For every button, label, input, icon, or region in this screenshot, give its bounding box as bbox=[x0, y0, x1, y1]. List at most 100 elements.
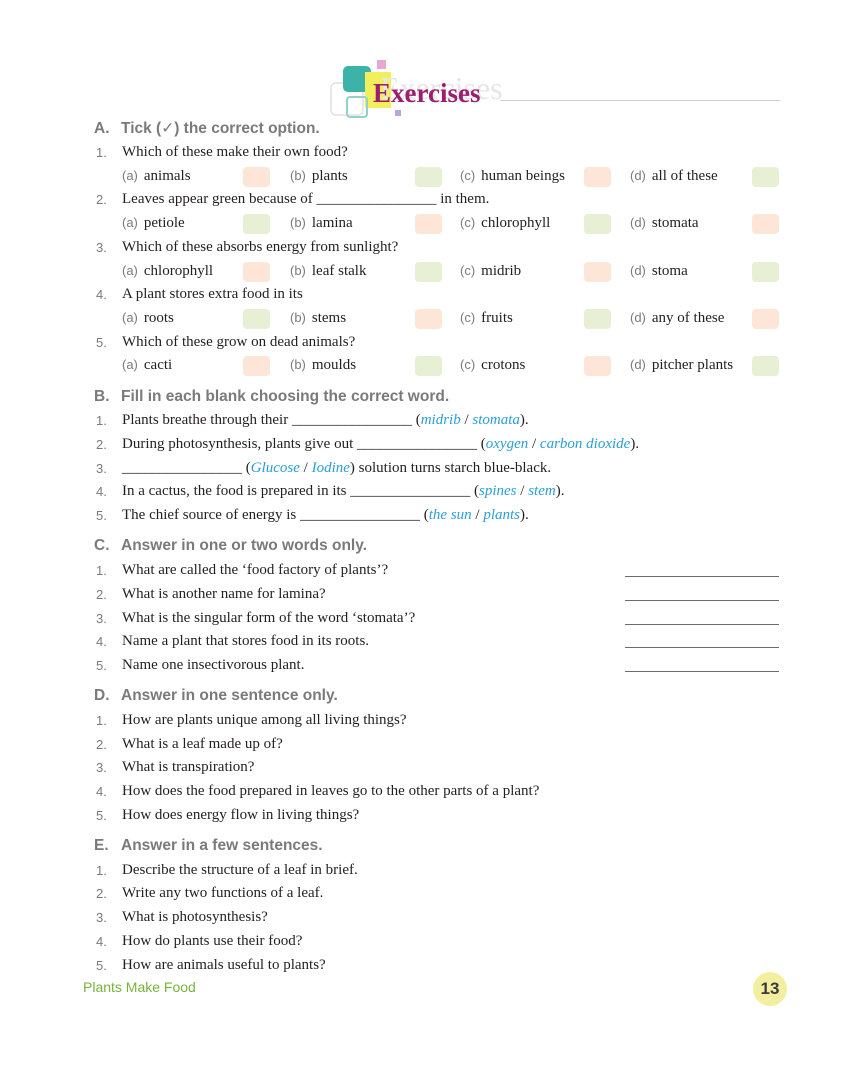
question-number: 4. bbox=[96, 784, 107, 799]
mcq-question: Which of these absorbs energy from sunli… bbox=[122, 239, 398, 256]
question-number: 4. bbox=[96, 934, 107, 949]
answer-blank[interactable]: ________________ bbox=[350, 483, 470, 499]
answer-line[interactable] bbox=[625, 671, 779, 672]
tick-box[interactable] bbox=[415, 167, 442, 187]
option-text: roots bbox=[143, 310, 174, 326]
tick-box[interactable] bbox=[243, 262, 270, 282]
choice-separator: / bbox=[303, 460, 308, 476]
question-number: 1. bbox=[96, 713, 107, 728]
option-a: (a) chlorophyll bbox=[122, 263, 213, 280]
option-d: (d) any of these bbox=[630, 310, 724, 327]
deco-square-outline-teal bbox=[346, 96, 368, 118]
section-e-heading: E. Answer in a few sentences. bbox=[94, 837, 323, 854]
answer-blank[interactable]: ________________ bbox=[357, 436, 477, 452]
tick-box[interactable] bbox=[243, 309, 270, 329]
tick-box[interactable] bbox=[752, 214, 779, 234]
option-letter: (b) bbox=[290, 215, 306, 230]
option-text: stoma bbox=[651, 263, 688, 279]
fill-question: In a cactus, the food is prepared in its… bbox=[122, 483, 565, 499]
deco-square-pink bbox=[377, 60, 386, 69]
question-number: 1. bbox=[96, 563, 107, 578]
answer-blank[interactable]: ________________ bbox=[316, 191, 436, 207]
option-c: (c) midrib bbox=[460, 263, 521, 280]
option-text: fruits bbox=[481, 310, 513, 326]
option-text: all of these bbox=[651, 168, 718, 184]
answer-blank[interactable]: ________________ bbox=[122, 460, 242, 476]
option-letter: (c) bbox=[460, 263, 476, 278]
tick-box[interactable] bbox=[243, 356, 270, 376]
choice-word-1: oxygen bbox=[485, 436, 529, 452]
choice-word-2: carbon dioxide bbox=[539, 436, 631, 452]
question-text: What is another name for lamina? bbox=[122, 586, 326, 602]
tick-box[interactable] bbox=[584, 262, 611, 282]
option-letter: (a) bbox=[122, 168, 138, 183]
option-d: (d) pitcher plants bbox=[630, 357, 733, 374]
fill-question: During photosynthesis, plants give out _… bbox=[122, 436, 640, 452]
question-text: Which of these make their own food? bbox=[122, 144, 348, 160]
choice-word-2: plants bbox=[483, 507, 521, 523]
answer-line[interactable] bbox=[625, 647, 779, 648]
option-letter: (a) bbox=[122, 263, 138, 278]
tick-box[interactable] bbox=[415, 309, 442, 329]
question-text: Name one insectivorous plant. bbox=[122, 657, 305, 673]
option-text: stomata bbox=[651, 215, 699, 231]
section-b-heading: B. Fill in each blank choosing the correc… bbox=[94, 388, 450, 405]
tick-box[interactable] bbox=[752, 262, 779, 282]
choice-word-2: Iodine bbox=[311, 460, 350, 476]
question-text: How are plants unique among all living t… bbox=[122, 712, 407, 728]
tick-box[interactable] bbox=[584, 214, 611, 234]
question-number: 3. bbox=[96, 760, 107, 775]
answer-blank[interactable]: ________________ bbox=[300, 507, 420, 523]
option-letter: (d) bbox=[630, 263, 646, 278]
question-number: 2. bbox=[96, 437, 107, 452]
question-text: What are called the ‘food factory of pla… bbox=[122, 562, 389, 578]
question-text: How does the food prepared in leaves go … bbox=[122, 783, 540, 799]
question-text: In a cactus, the food is prepared in its bbox=[122, 483, 347, 499]
choice-separator: / bbox=[464, 412, 469, 428]
option-text: stems bbox=[311, 310, 347, 326]
answer-line[interactable] bbox=[625, 624, 779, 625]
tick-box[interactable] bbox=[752, 167, 779, 187]
choice-word-1: Glucose bbox=[250, 460, 300, 476]
option-letter: (d) bbox=[630, 310, 646, 325]
question-number: 4. bbox=[96, 484, 107, 499]
tick-box[interactable] bbox=[415, 214, 442, 234]
option-b: (b) lamina bbox=[290, 215, 353, 232]
tick-box[interactable] bbox=[243, 214, 270, 234]
option-text: midrib bbox=[481, 263, 522, 279]
tick-box[interactable] bbox=[243, 167, 270, 187]
question-number: 2. bbox=[96, 587, 107, 602]
option-text: plants bbox=[311, 168, 348, 184]
tick-box[interactable] bbox=[752, 309, 779, 329]
question-text: What is photosynthesis? bbox=[122, 909, 268, 925]
chapter-name: Plants Make Food bbox=[83, 979, 196, 995]
question-number: 5. bbox=[96, 808, 107, 823]
mcq-question: Which of these grow on dead animals? bbox=[122, 334, 355, 351]
option-b: (b) moulds bbox=[290, 357, 356, 374]
tick-box[interactable] bbox=[415, 356, 442, 376]
option-text: petiole bbox=[143, 215, 185, 231]
option-text: crotons bbox=[481, 357, 526, 373]
choice-word-2: stem bbox=[528, 483, 556, 499]
answer-line[interactable] bbox=[625, 600, 779, 601]
tick-box[interactable] bbox=[752, 356, 779, 376]
question-number: 2. bbox=[96, 886, 107, 901]
question-number: 3. bbox=[96, 611, 107, 626]
question-text: What is a leaf made up of? bbox=[122, 736, 283, 752]
answer-blank[interactable]: ________________ bbox=[292, 412, 412, 428]
option-d: (d) all of these bbox=[630, 168, 718, 185]
answer-line[interactable] bbox=[625, 576, 779, 577]
tick-box[interactable] bbox=[584, 309, 611, 329]
question-text: What is the singular form of the word ‘s… bbox=[122, 610, 416, 626]
question-number: 3. bbox=[96, 910, 107, 925]
question-number: 5. bbox=[96, 658, 107, 673]
option-c: (c) human beings bbox=[460, 168, 565, 185]
tick-box[interactable] bbox=[584, 167, 611, 187]
tick-box[interactable] bbox=[415, 262, 442, 282]
option-b: (b) stems bbox=[290, 310, 346, 327]
option-letter: (d) bbox=[630, 215, 646, 230]
tick-box[interactable] bbox=[584, 356, 611, 376]
option-letter: (c) bbox=[460, 357, 476, 372]
question-number: 2. bbox=[96, 192, 107, 207]
mcq-question: Which of these make their own food? bbox=[122, 144, 348, 161]
